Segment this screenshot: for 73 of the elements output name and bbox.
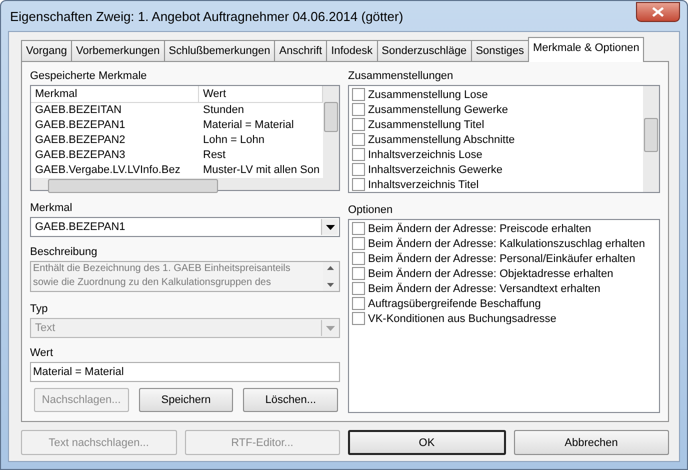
checkbox[interactable] xyxy=(352,282,365,295)
table-cell-text: Lohn = Lohn xyxy=(202,133,266,148)
vertical-scrollbar[interactable] xyxy=(323,86,339,190)
checkbox-item[interactable]: Beim Ändern der Adresse: Versandtext erhalten xyxy=(349,281,659,296)
checkbox[interactable] xyxy=(352,237,365,250)
checkbox[interactable] xyxy=(352,103,365,116)
checkbox[interactable] xyxy=(352,133,365,146)
table-cell-text: Muster-LV mit allen Son xyxy=(202,163,321,178)
checkbox-item[interactable]: Beim Ändern der Adresse: Personal/Einkäufer erhalten xyxy=(349,251,659,266)
checkbox-item[interactable]: VK-Konditionen aus Buchungsadresse xyxy=(349,311,659,326)
dropdown-arrow-icon xyxy=(326,224,334,230)
tab[interactable]: Vorbemerkungen xyxy=(70,40,165,61)
checkbox-item[interactable]: Zusammenstellung Titel xyxy=(349,117,643,132)
dropdown-arrow-icon xyxy=(326,326,334,330)
dialog-button[interactable]: OK xyxy=(348,430,506,455)
table-cell-text: GAEB.BEZEPAN2 xyxy=(34,133,126,148)
tab[interactable]: Schlußbemerkungen xyxy=(164,40,276,61)
checkbox[interactable] xyxy=(352,297,365,310)
checkbox[interactable] xyxy=(352,252,365,265)
tab[interactable]: Anschrift xyxy=(274,40,328,61)
dialog-button[interactable]: Abbrechen xyxy=(514,430,669,455)
checkbox[interactable] xyxy=(352,88,365,101)
tab[interactable]: Infodesk xyxy=(326,40,378,61)
value-input[interactable]: Material = Material xyxy=(30,362,340,382)
tab[interactable]: Sonstiges xyxy=(470,40,529,61)
checkbox[interactable] xyxy=(352,163,365,176)
checkbox-item[interactable]: Zusammenstellung Lose xyxy=(349,87,643,102)
table-cell-text: GAEB.BEZEPAN3 xyxy=(34,148,126,163)
field-label: Zusammenstellungen xyxy=(348,69,454,83)
checkbox-item[interactable]: Beim Ändern der Adresse: Preiscode erhalten xyxy=(349,221,659,236)
table-cell-text: GAEB.Vergabe.LV.LVInfo.Bez xyxy=(34,163,182,178)
field-label: Merkmal xyxy=(30,201,74,215)
field-label: Optionen xyxy=(348,203,394,217)
checkbox-item[interactable]: Auftragsübergreifende Beschaffung xyxy=(349,296,659,311)
checkbox[interactable] xyxy=(352,312,365,325)
column-header[interactable]: Merkmal xyxy=(31,86,199,102)
vertical-scrollbar[interactable] xyxy=(643,86,659,192)
dialog-button[interactable]: Löschen... xyxy=(243,388,338,412)
checkbox[interactable] xyxy=(352,267,365,280)
field-label: Beschreibung xyxy=(30,245,98,259)
description-field[interactable]: Enthält die Bezeichnung des 1. GAEB Einheitspreisanteils sowie die Zuordnung zu den Kalkulationsgruppen des xyxy=(30,261,340,292)
checkbox-item[interactable]: Inhaltsverzeichnis Lose xyxy=(349,147,643,162)
field-label: Wert xyxy=(30,346,54,360)
field-label: Typ xyxy=(30,302,49,316)
scroll-down-arrow-icon xyxy=(327,283,334,287)
checkbox-item[interactable]: Inhaltsverzeichnis Gewerke xyxy=(349,162,643,177)
checkbox-item[interactable]: Inhaltsverzeichnis Titel xyxy=(349,177,643,192)
checkbox-item[interactable]: Zusammenstellung Gewerke xyxy=(349,102,643,117)
tab[interactable]: Sonderzuschläge xyxy=(376,40,472,61)
scroll-up-arrow-icon xyxy=(327,266,334,270)
tab[interactable]: Merkmale & Optionen xyxy=(528,37,644,62)
table-cell-text: GAEB.BEZEITAN xyxy=(34,103,123,118)
dialog-button[interactable]: Speichern xyxy=(138,388,234,412)
tab[interactable]: Vorgang xyxy=(21,40,72,61)
table-cell-text: Rest xyxy=(202,148,227,163)
property-dropdown[interactable]: GAEB.BEZEPAN1 xyxy=(30,217,340,237)
table-cell-text: Material = Material xyxy=(202,118,295,133)
description-line: sowie die Zuordnung zu den Kalkulationsgruppen des xyxy=(33,276,272,290)
checkbox[interactable] xyxy=(352,222,365,235)
checkbox-item[interactable]: Zusammenstellung Abschnitte xyxy=(349,132,643,147)
table-cell-text: Stunden xyxy=(202,103,245,118)
checkbox-item[interactable]: Beim Ändern der Adresse: Kalkulationszuschlag erhalten xyxy=(349,236,659,251)
checkbox-item[interactable]: Beim Ändern der Adresse: Objektadresse erhalten xyxy=(349,266,659,281)
description-line: Enthält die Bezeichnung des 1. GAEB Einheitspreisanteils xyxy=(33,262,292,276)
checkbox[interactable] xyxy=(352,178,365,191)
horizontal-scrollbar[interactable] xyxy=(31,178,323,190)
window-title: Eigenschaften Zweig: 1. Angebot Auftragnehmer 04.06.2014 (götter) xyxy=(9,8,404,24)
table-cell-text: GAEB.BEZEPAN1 xyxy=(34,118,126,133)
close-button[interactable] xyxy=(636,2,680,22)
field-label: Gespeicherte Merkmale xyxy=(30,69,148,83)
close-icon xyxy=(652,7,664,17)
checkbox[interactable] xyxy=(352,148,365,161)
checkbox[interactable] xyxy=(352,118,365,131)
